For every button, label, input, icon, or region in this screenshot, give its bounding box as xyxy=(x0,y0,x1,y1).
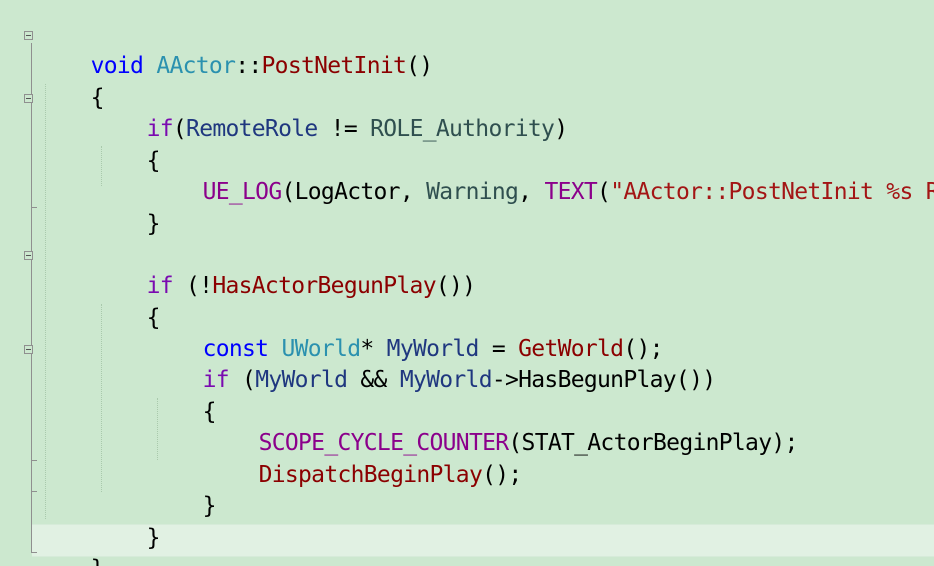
code-line-15: } xyxy=(150,460,217,519)
arg-warning: Warning xyxy=(426,179,519,205)
close-brace: } xyxy=(91,556,105,566)
collapse-if-remote-icon[interactable] xyxy=(24,94,33,103)
code-line-12: { xyxy=(150,366,217,425)
code-line-16: } xyxy=(94,492,161,551)
code-line-9: { xyxy=(94,272,161,331)
code-line-5: UE_LOG(LogActor, Warning, TEXT("AActor::… xyxy=(150,146,934,205)
arg-stat: STAT_ActorBeginPlay xyxy=(521,430,772,456)
class-name: AActor xyxy=(156,53,236,79)
code-line-2: { xyxy=(38,52,105,111)
code-line-6: } xyxy=(94,178,161,237)
operator-neq: != xyxy=(317,116,371,142)
outline-end-if-begunplay xyxy=(31,491,37,492)
fn-hasbegunplay: HasBegunPlay xyxy=(518,367,676,393)
outline-end-if-world xyxy=(31,460,37,461)
code-line-8: if (!HasActorBegunPlay()) xyxy=(94,240,476,299)
paren-close: ) xyxy=(554,116,568,142)
paren-close: ); xyxy=(771,430,798,456)
scope-operator: :: xyxy=(235,53,262,79)
macro-text: TEXT xyxy=(544,179,598,205)
fn-hasactorbegunplay: HasActorBegunPlay xyxy=(212,273,436,299)
collapse-if-begunplay-icon[interactable] xyxy=(24,251,33,260)
paren-open: ( xyxy=(228,367,256,393)
code-line-4: { xyxy=(94,115,161,174)
collapse-function-icon[interactable] xyxy=(24,31,33,40)
code-line-10: const UWorld* MyWorld = GetWorld(); xyxy=(150,303,664,362)
fn-dispatchbeginplay: DispatchBeginPlay xyxy=(258,462,483,488)
code-line-11: if (MyWorld && MyWorld->HasBegunPlay()) xyxy=(150,334,716,393)
paren-open: ( xyxy=(172,116,187,142)
comma: , xyxy=(399,179,427,205)
collapse-if-world-icon[interactable] xyxy=(24,345,33,354)
macro-ue-log: UE_LOG xyxy=(202,179,283,205)
enum-role-authority: ROLE_Authority xyxy=(370,116,555,142)
paren-not: (! xyxy=(172,273,213,299)
var-remoterole: RemoteRole xyxy=(186,116,318,142)
call-end: (); xyxy=(482,462,522,488)
arg-logactor: LogActor xyxy=(294,179,401,205)
code-line-14: DispatchBeginPlay(); xyxy=(206,429,523,488)
params: () xyxy=(406,53,433,79)
paren-close: ()) xyxy=(435,273,476,299)
code-line-3: if(RemoteRole != ROLE_Authority) xyxy=(94,83,568,142)
paren-open: ( xyxy=(597,179,611,205)
code-line-17: } xyxy=(38,523,105,566)
code-line-1: void AActor::PostNetInit() xyxy=(38,20,434,79)
close-brace: } xyxy=(146,211,161,237)
paren-close: ()) xyxy=(675,367,716,393)
code-editor[interactable]: void AActor::PostNetInit() { if(RemoteRo… xyxy=(0,0,934,566)
outline-bracket-function xyxy=(31,43,32,553)
comma: , xyxy=(518,179,545,205)
var-myworld: MyWorld xyxy=(255,367,348,393)
and-op: && xyxy=(347,367,400,393)
close-brace: } xyxy=(146,525,161,551)
paren-open: ( xyxy=(281,179,295,205)
arrow-op: -> xyxy=(491,367,519,393)
outline-end-if-remote xyxy=(31,207,37,208)
function-name: PostNetInit xyxy=(261,53,407,79)
var-myworld: MyWorld xyxy=(399,367,493,393)
close-brace: } xyxy=(202,493,217,519)
code-line-13: SCOPE_CYCLE_COUNTER(STAT_ActorBeginPlay)… xyxy=(206,397,799,456)
outline-end-function xyxy=(31,552,37,553)
indent-guide xyxy=(45,84,46,519)
string-literal: "AActor::PostNetInit %s R xyxy=(610,179,934,205)
